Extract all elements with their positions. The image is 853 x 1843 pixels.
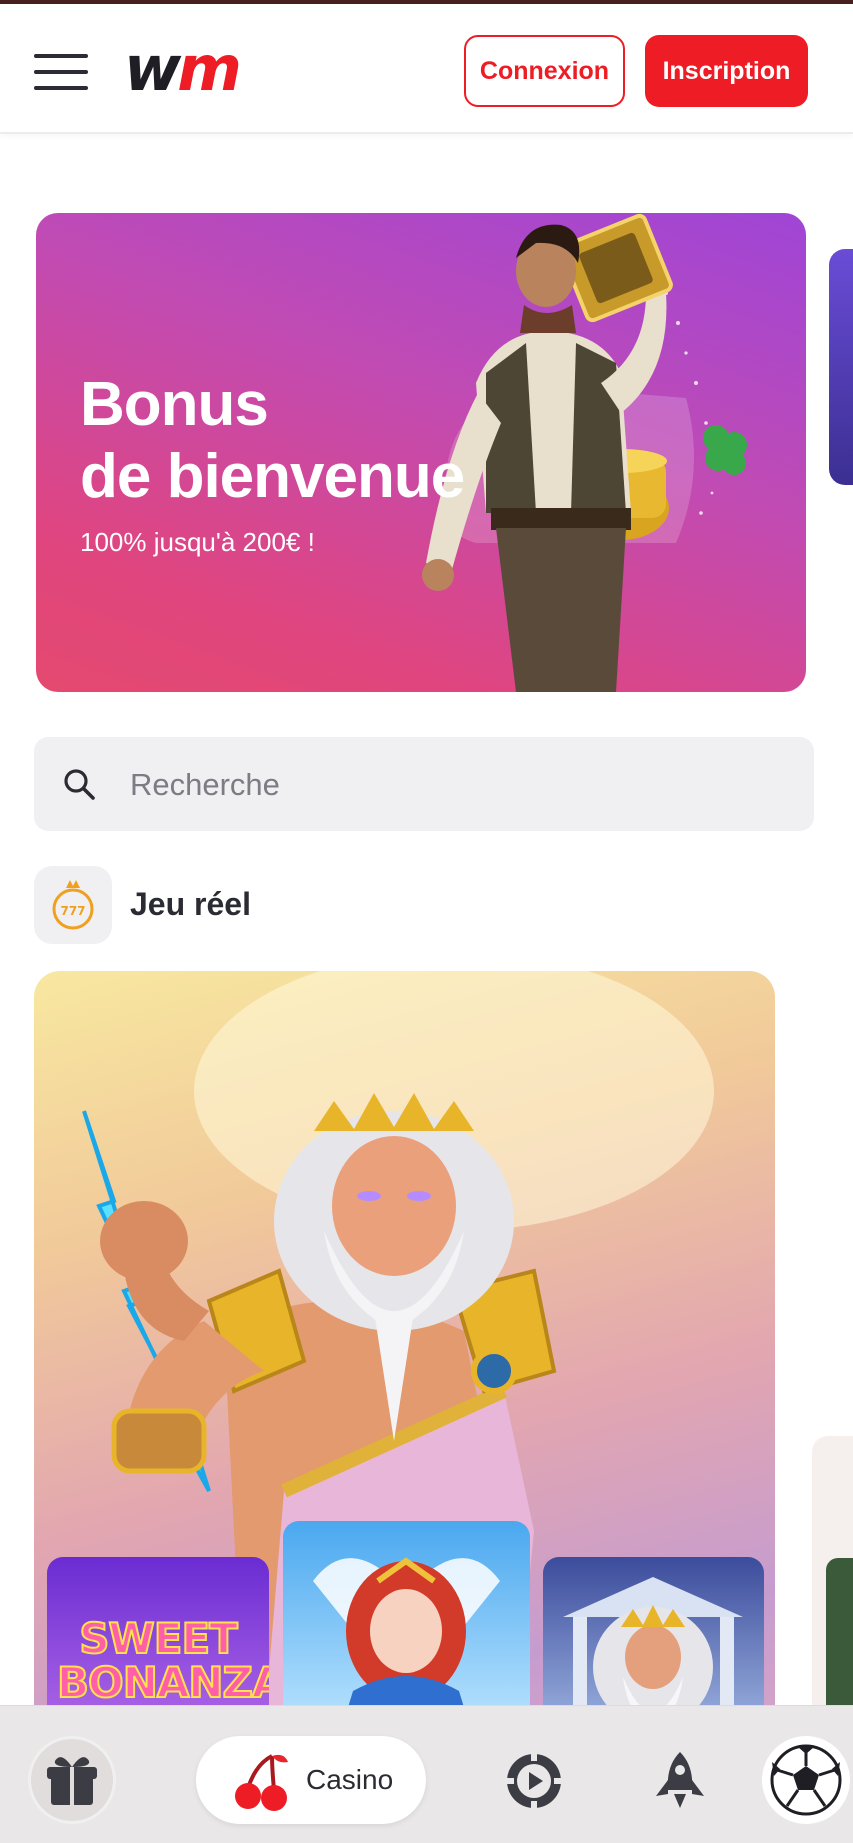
nav-sport[interactable] [762,1736,850,1824]
soccer-ball-icon [770,1744,842,1816]
search-placeholder: Recherche [130,767,280,802]
nav-bonus[interactable] [28,1736,116,1824]
hamburger-menu-icon[interactable] [34,52,88,92]
search-icon [64,769,95,800]
next-banner-peek[interactable] [829,249,853,485]
slot-777-icon: 777 [34,866,112,944]
search-input[interactable]: Recherche [34,737,814,831]
bottom-navigation: Casino [0,1705,853,1843]
banner-title-line1: Bonus [80,370,269,439]
rocket-icon[interactable] [652,1750,708,1810]
nav-casino[interactable]: Casino [196,1736,426,1824]
nav-casino-label: Casino [306,1764,394,1795]
signup-button[interactable]: Inscription [645,35,808,107]
banner-title-line2: de bienvenue [80,442,465,511]
cherry-icon [235,1754,288,1811]
banner-title: Bonus de bienvenue [80,369,465,513]
welcome-bonus-banner[interactable]: Bonus de bienvenue 100% jusqu'à 200€ ! [36,213,806,692]
game-thumb-title: SWEET BONANZA [56,1614,269,1707]
logo[interactable]: wm [124,38,242,100]
section-title: Jeu réel [130,886,251,922]
live-casino-icon[interactable] [505,1752,563,1810]
header: wm Connexion Inscription [0,4,853,134]
banner-subtitle: 100% jusqu'à 200€ ! [80,527,315,557]
login-button[interactable]: Connexion [464,35,625,107]
svg-text:777: 777 [60,904,85,918]
gift-icon [47,1757,97,1805]
explorer-character-illustration [422,213,747,692]
